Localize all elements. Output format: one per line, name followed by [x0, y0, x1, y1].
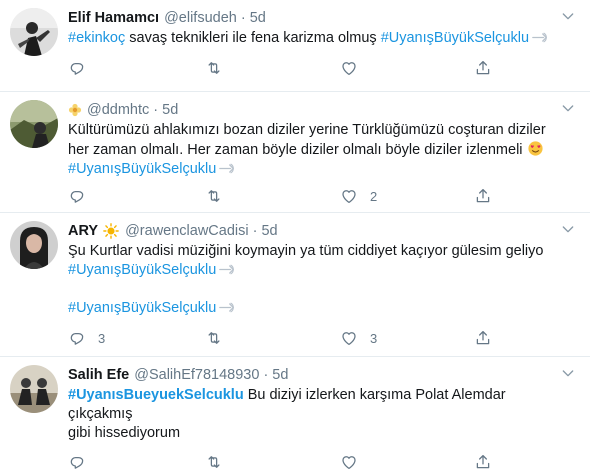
tweet[interactable]: Elif Hamamcı @elifsudeh · 5d #ekinkoç sa…	[0, 0, 590, 92]
like-icon	[340, 59, 358, 77]
share-button[interactable]	[474, 453, 492, 471]
retweet-icon	[205, 329, 223, 347]
tweet-header: ARY @rawenclawCadisi · 5d	[68, 221, 590, 241]
retweet-icon	[205, 187, 223, 205]
like-icon	[340, 187, 358, 205]
tweet-header: Elif Hamamcı @elifsudeh · 5d	[68, 8, 590, 28]
share-icon	[474, 329, 492, 347]
hashtag-link[interactable]: #UyanışBüyükSelçuklu	[68, 300, 216, 316]
tweet-actions	[68, 453, 590, 475]
reply-button[interactable]	[68, 187, 98, 205]
avatar[interactable]	[10, 100, 58, 148]
display-name[interactable]: ARY	[68, 221, 98, 241]
caret-down-icon[interactable]	[560, 365, 576, 381]
retweet-button[interactable]	[205, 187, 235, 205]
tweet-text-line: Şu Kurtlar vadisi müziğini koymayin ya t…	[68, 243, 544, 259]
tweet-text-line: #UyanışBüyükSelçuklu	[68, 299, 570, 318]
separator-dot: ·	[240, 10, 246, 26]
tweet-actions: 3 3	[68, 329, 590, 351]
tweet-text: Kültürümüzü ahlakımızı bozan diziler yer…	[68, 121, 590, 179]
tweet-text: Şu Kurtlar vadisi müziğini koymayin ya t…	[68, 242, 590, 318]
tweet-header: Salih Efe @SalihEf78148930 · 5d	[68, 365, 590, 385]
share-button[interactable]	[474, 187, 492, 205]
like-icon	[340, 453, 358, 471]
caret-down-icon[interactable]	[560, 8, 576, 24]
tweet[interactable]: Salih Efe @SalihEf78148930 · 5d #UyanısB…	[0, 357, 590, 475]
separator-dot: ·	[252, 223, 258, 239]
avatar[interactable]	[10, 365, 58, 413]
display-name[interactable]: Elif Hamamcı	[68, 8, 159, 28]
share-icon	[474, 453, 492, 471]
reply-icon	[68, 59, 86, 77]
reply-button[interactable]	[68, 453, 98, 471]
tweet[interactable]: ARY @rawenclawCadisi · 5d Şu Kurtlar vad…	[0, 213, 590, 357]
sun-emoji-icon	[102, 223, 120, 239]
separator-dot: ·	[153, 102, 159, 118]
caret-down-icon[interactable]	[560, 100, 576, 116]
reply-icon	[68, 329, 86, 347]
like-count: 3	[370, 330, 378, 346]
tweet-actions: 2	[68, 187, 590, 209]
reply-icon	[68, 453, 86, 471]
timestamp[interactable]: 5d	[162, 100, 178, 120]
avatar[interactable]	[10, 8, 58, 56]
display-name[interactable]: Salih Efe	[68, 365, 129, 385]
reply-count: 3	[98, 330, 106, 346]
reply-icon	[68, 187, 86, 205]
username[interactable]: @SalihEf78148930	[134, 365, 259, 385]
hashtag-link[interactable]: #UyanışBüyükSelçuklu	[68, 262, 216, 278]
retweet-button[interactable]	[205, 453, 235, 471]
heart-face-emoji-icon	[527, 141, 543, 156]
share-button[interactable]	[474, 329, 492, 347]
tweet-text-line: her zaman olmalı. Her zaman böyle dizile…	[68, 140, 570, 160]
tweet[interactable]: @ddmhtc · 5d Kültürümüzü ahlakımızı boza…	[0, 92, 590, 213]
timestamp[interactable]: 5d	[261, 221, 277, 241]
username[interactable]: @rawenclawCadisi	[125, 221, 249, 241]
username[interactable]: @ddmhtc	[87, 100, 149, 120]
like-button[interactable]: 3	[340, 329, 377, 347]
retweet-icon	[205, 59, 223, 77]
tweet-header: @ddmhtc · 5d	[68, 100, 590, 120]
hashtag-emoji-icon	[218, 263, 236, 276]
avatar[interactable]	[10, 221, 58, 269]
timestamp[interactable]: 5d	[272, 365, 288, 385]
share-button[interactable]	[474, 59, 492, 77]
tweet-text-line: Kültürümüzü ahlakımızı bozan diziler yer…	[68, 122, 546, 138]
reply-button[interactable]	[68, 59, 98, 77]
tweet-text-segment: savaş teknikleri ile fena karizma olmuş	[125, 30, 381, 46]
tweet-text: #UyanısBueyuekSelcuklu Bu diziyi izlerke…	[68, 386, 590, 443]
flower-emoji-icon	[68, 103, 82, 117]
caret-down-icon[interactable]	[560, 221, 576, 237]
like-button[interactable]	[340, 453, 370, 471]
retweet-icon	[205, 453, 223, 471]
reply-button[interactable]: 3	[68, 329, 105, 347]
hashtag-link[interactable]: #UyanışBüyükSelçuklu	[68, 161, 216, 177]
separator-dot: ·	[263, 367, 269, 383]
tweet-text: #ekinkoç savaş teknikleri ile fena kariz…	[68, 29, 590, 48]
tweet-actions	[68, 59, 590, 81]
retweet-button[interactable]	[205, 329, 235, 347]
hashtag-emoji-icon	[218, 301, 236, 314]
like-icon	[340, 329, 358, 347]
retweet-button[interactable]	[205, 59, 235, 77]
hashtag-emoji-icon	[218, 162, 236, 175]
share-icon	[474, 187, 492, 205]
hashtag-link[interactable]: #UyanışBüyükSelçuklu	[381, 30, 529, 46]
tweet-text-segment: her zaman olmalı. Her zaman böyle dizile…	[68, 142, 523, 158]
timestamp[interactable]: 5d	[250, 8, 266, 28]
hashtag-link[interactable]: #UyanısBueyuekSelcuklu	[68, 387, 244, 403]
hashtag-emoji-icon	[531, 31, 549, 44]
like-count: 2	[370, 188, 378, 204]
tweet-text-line: #UyanışBüyükSelçuklu	[68, 261, 570, 280]
hashtag-link[interactable]: #ekinkoç	[68, 30, 125, 46]
like-button[interactable]: 2	[340, 187, 377, 205]
tweet-text-line: #UyanışBüyükSelçuklu	[68, 160, 570, 179]
tweet-text-line: gibi hissediyorum	[68, 425, 181, 441]
tweet-text-line: #UyanısBueyuekSelcuklu Bu diziyi izlerke…	[68, 386, 570, 424]
username[interactable]: @elifsudeh	[164, 8, 237, 28]
share-icon	[474, 59, 492, 77]
like-button[interactable]	[340, 59, 370, 77]
